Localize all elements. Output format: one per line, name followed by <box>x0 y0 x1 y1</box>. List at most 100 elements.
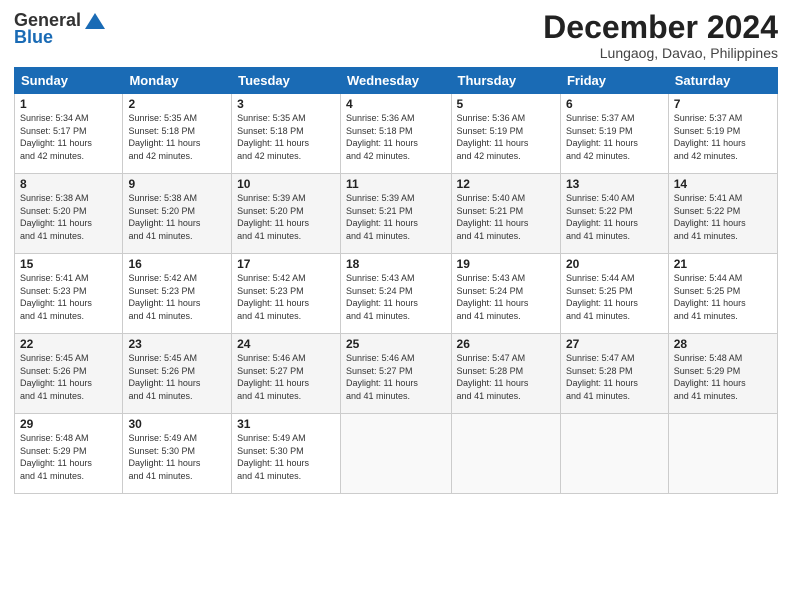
day-info: Sunrise: 5:43 AM Sunset: 5:24 PM Dayligh… <box>346 272 446 322</box>
day-info: Sunrise: 5:36 AM Sunset: 5:18 PM Dayligh… <box>346 112 446 162</box>
day-number: 24 <box>237 337 335 351</box>
day-number: 17 <box>237 257 335 271</box>
day-info: Sunrise: 5:48 AM Sunset: 5:29 PM Dayligh… <box>674 352 772 402</box>
calendar-week-5: 29Sunrise: 5:48 AM Sunset: 5:29 PM Dayli… <box>15 414 778 494</box>
calendar-cell: 11Sunrise: 5:39 AM Sunset: 5:21 PM Dayli… <box>340 174 451 254</box>
day-info: Sunrise: 5:38 AM Sunset: 5:20 PM Dayligh… <box>128 192 226 242</box>
day-number: 11 <box>346 177 446 191</box>
day-info: Sunrise: 5:40 AM Sunset: 5:21 PM Dayligh… <box>457 192 555 242</box>
calendar-cell: 24Sunrise: 5:46 AM Sunset: 5:27 PM Dayli… <box>232 334 341 414</box>
day-info: Sunrise: 5:35 AM Sunset: 5:18 PM Dayligh… <box>128 112 226 162</box>
calendar-cell: 6Sunrise: 5:37 AM Sunset: 5:19 PM Daylig… <box>560 94 668 174</box>
day-info: Sunrise: 5:47 AM Sunset: 5:28 PM Dayligh… <box>566 352 663 402</box>
calendar-cell <box>451 414 560 494</box>
calendar-container: General Blue December 2024 Lungaog, Dava… <box>0 0 792 612</box>
day-number: 30 <box>128 417 226 431</box>
calendar-cell: 28Sunrise: 5:48 AM Sunset: 5:29 PM Dayli… <box>668 334 777 414</box>
day-info: Sunrise: 5:44 AM Sunset: 5:25 PM Dayligh… <box>674 272 772 322</box>
calendar-header-row: SundayMondayTuesdayWednesdayThursdayFrid… <box>15 68 778 94</box>
calendar-cell: 29Sunrise: 5:48 AM Sunset: 5:29 PM Dayli… <box>15 414 123 494</box>
day-info: Sunrise: 5:48 AM Sunset: 5:29 PM Dayligh… <box>20 432 117 482</box>
logo-icon <box>83 11 107 31</box>
calendar-header-friday: Friday <box>560 68 668 94</box>
calendar-cell: 16Sunrise: 5:42 AM Sunset: 5:23 PM Dayli… <box>123 254 232 334</box>
calendar-cell <box>340 414 451 494</box>
day-number: 27 <box>566 337 663 351</box>
day-info: Sunrise: 5:45 AM Sunset: 5:26 PM Dayligh… <box>20 352 117 402</box>
logo-blue-text: Blue <box>14 27 53 48</box>
calendar-header-thursday: Thursday <box>451 68 560 94</box>
day-number: 13 <box>566 177 663 191</box>
day-info: Sunrise: 5:49 AM Sunset: 5:30 PM Dayligh… <box>128 432 226 482</box>
calendar-header-sunday: Sunday <box>15 68 123 94</box>
calendar-cell: 19Sunrise: 5:43 AM Sunset: 5:24 PM Dayli… <box>451 254 560 334</box>
day-number: 12 <box>457 177 555 191</box>
day-number: 18 <box>346 257 446 271</box>
day-number: 29 <box>20 417 117 431</box>
day-number: 8 <box>20 177 117 191</box>
calendar-cell: 20Sunrise: 5:44 AM Sunset: 5:25 PM Dayli… <box>560 254 668 334</box>
day-number: 10 <box>237 177 335 191</box>
day-info: Sunrise: 5:42 AM Sunset: 5:23 PM Dayligh… <box>237 272 335 322</box>
calendar-cell: 1Sunrise: 5:34 AM Sunset: 5:17 PM Daylig… <box>15 94 123 174</box>
calendar-cell: 25Sunrise: 5:46 AM Sunset: 5:27 PM Dayli… <box>340 334 451 414</box>
calendar-cell: 5Sunrise: 5:36 AM Sunset: 5:19 PM Daylig… <box>451 94 560 174</box>
location: Lungaog, Davao, Philippines <box>543 45 778 61</box>
day-number: 23 <box>128 337 226 351</box>
day-number: 5 <box>457 97 555 111</box>
calendar-cell: 23Sunrise: 5:45 AM Sunset: 5:26 PM Dayli… <box>123 334 232 414</box>
calendar-cell: 3Sunrise: 5:35 AM Sunset: 5:18 PM Daylig… <box>232 94 341 174</box>
calendar-cell: 2Sunrise: 5:35 AM Sunset: 5:18 PM Daylig… <box>123 94 232 174</box>
calendar-cell: 10Sunrise: 5:39 AM Sunset: 5:20 PM Dayli… <box>232 174 341 254</box>
day-info: Sunrise: 5:38 AM Sunset: 5:20 PM Dayligh… <box>20 192 117 242</box>
day-info: Sunrise: 5:39 AM Sunset: 5:20 PM Dayligh… <box>237 192 335 242</box>
calendar-cell: 12Sunrise: 5:40 AM Sunset: 5:21 PM Dayli… <box>451 174 560 254</box>
day-info: Sunrise: 5:44 AM Sunset: 5:25 PM Dayligh… <box>566 272 663 322</box>
day-number: 14 <box>674 177 772 191</box>
calendar-cell: 21Sunrise: 5:44 AM Sunset: 5:25 PM Dayli… <box>668 254 777 334</box>
day-info: Sunrise: 5:41 AM Sunset: 5:23 PM Dayligh… <box>20 272 117 322</box>
day-info: Sunrise: 5:37 AM Sunset: 5:19 PM Dayligh… <box>566 112 663 162</box>
calendar-cell: 8Sunrise: 5:38 AM Sunset: 5:20 PM Daylig… <box>15 174 123 254</box>
calendar-cell: 15Sunrise: 5:41 AM Sunset: 5:23 PM Dayli… <box>15 254 123 334</box>
calendar-cell <box>560 414 668 494</box>
day-info: Sunrise: 5:46 AM Sunset: 5:27 PM Dayligh… <box>346 352 446 402</box>
calendar-cell: 14Sunrise: 5:41 AM Sunset: 5:22 PM Dayli… <box>668 174 777 254</box>
day-info: Sunrise: 5:43 AM Sunset: 5:24 PM Dayligh… <box>457 272 555 322</box>
day-number: 3 <box>237 97 335 111</box>
day-info: Sunrise: 5:41 AM Sunset: 5:22 PM Dayligh… <box>674 192 772 242</box>
calendar-cell: 26Sunrise: 5:47 AM Sunset: 5:28 PM Dayli… <box>451 334 560 414</box>
day-number: 9 <box>128 177 226 191</box>
calendar-cell: 22Sunrise: 5:45 AM Sunset: 5:26 PM Dayli… <box>15 334 123 414</box>
calendar-cell: 9Sunrise: 5:38 AM Sunset: 5:20 PM Daylig… <box>123 174 232 254</box>
title-block: December 2024 Lungaog, Davao, Philippine… <box>543 10 778 61</box>
day-number: 6 <box>566 97 663 111</box>
day-number: 2 <box>128 97 226 111</box>
calendar-header-saturday: Saturday <box>668 68 777 94</box>
day-number: 15 <box>20 257 117 271</box>
calendar-cell: 7Sunrise: 5:37 AM Sunset: 5:19 PM Daylig… <box>668 94 777 174</box>
day-number: 16 <box>128 257 226 271</box>
calendar-cell: 4Sunrise: 5:36 AM Sunset: 5:18 PM Daylig… <box>340 94 451 174</box>
day-info: Sunrise: 5:45 AM Sunset: 5:26 PM Dayligh… <box>128 352 226 402</box>
calendar-cell <box>668 414 777 494</box>
day-number: 1 <box>20 97 117 111</box>
calendar-week-4: 22Sunrise: 5:45 AM Sunset: 5:26 PM Dayli… <box>15 334 778 414</box>
calendar-header-tuesday: Tuesday <box>232 68 341 94</box>
calendar-week-3: 15Sunrise: 5:41 AM Sunset: 5:23 PM Dayli… <box>15 254 778 334</box>
day-info: Sunrise: 5:35 AM Sunset: 5:18 PM Dayligh… <box>237 112 335 162</box>
day-number: 22 <box>20 337 117 351</box>
day-number: 7 <box>674 97 772 111</box>
calendar-cell: 18Sunrise: 5:43 AM Sunset: 5:24 PM Dayli… <box>340 254 451 334</box>
calendar-cell: 30Sunrise: 5:49 AM Sunset: 5:30 PM Dayli… <box>123 414 232 494</box>
day-number: 26 <box>457 337 555 351</box>
header: General Blue December 2024 Lungaog, Dava… <box>14 10 778 61</box>
calendar-table: SundayMondayTuesdayWednesdayThursdayFrid… <box>14 67 778 494</box>
day-number: 20 <box>566 257 663 271</box>
day-info: Sunrise: 5:47 AM Sunset: 5:28 PM Dayligh… <box>457 352 555 402</box>
calendar-cell: 13Sunrise: 5:40 AM Sunset: 5:22 PM Dayli… <box>560 174 668 254</box>
calendar-cell: 27Sunrise: 5:47 AM Sunset: 5:28 PM Dayli… <box>560 334 668 414</box>
day-info: Sunrise: 5:42 AM Sunset: 5:23 PM Dayligh… <box>128 272 226 322</box>
calendar-header-wednesday: Wednesday <box>340 68 451 94</box>
day-number: 25 <box>346 337 446 351</box>
